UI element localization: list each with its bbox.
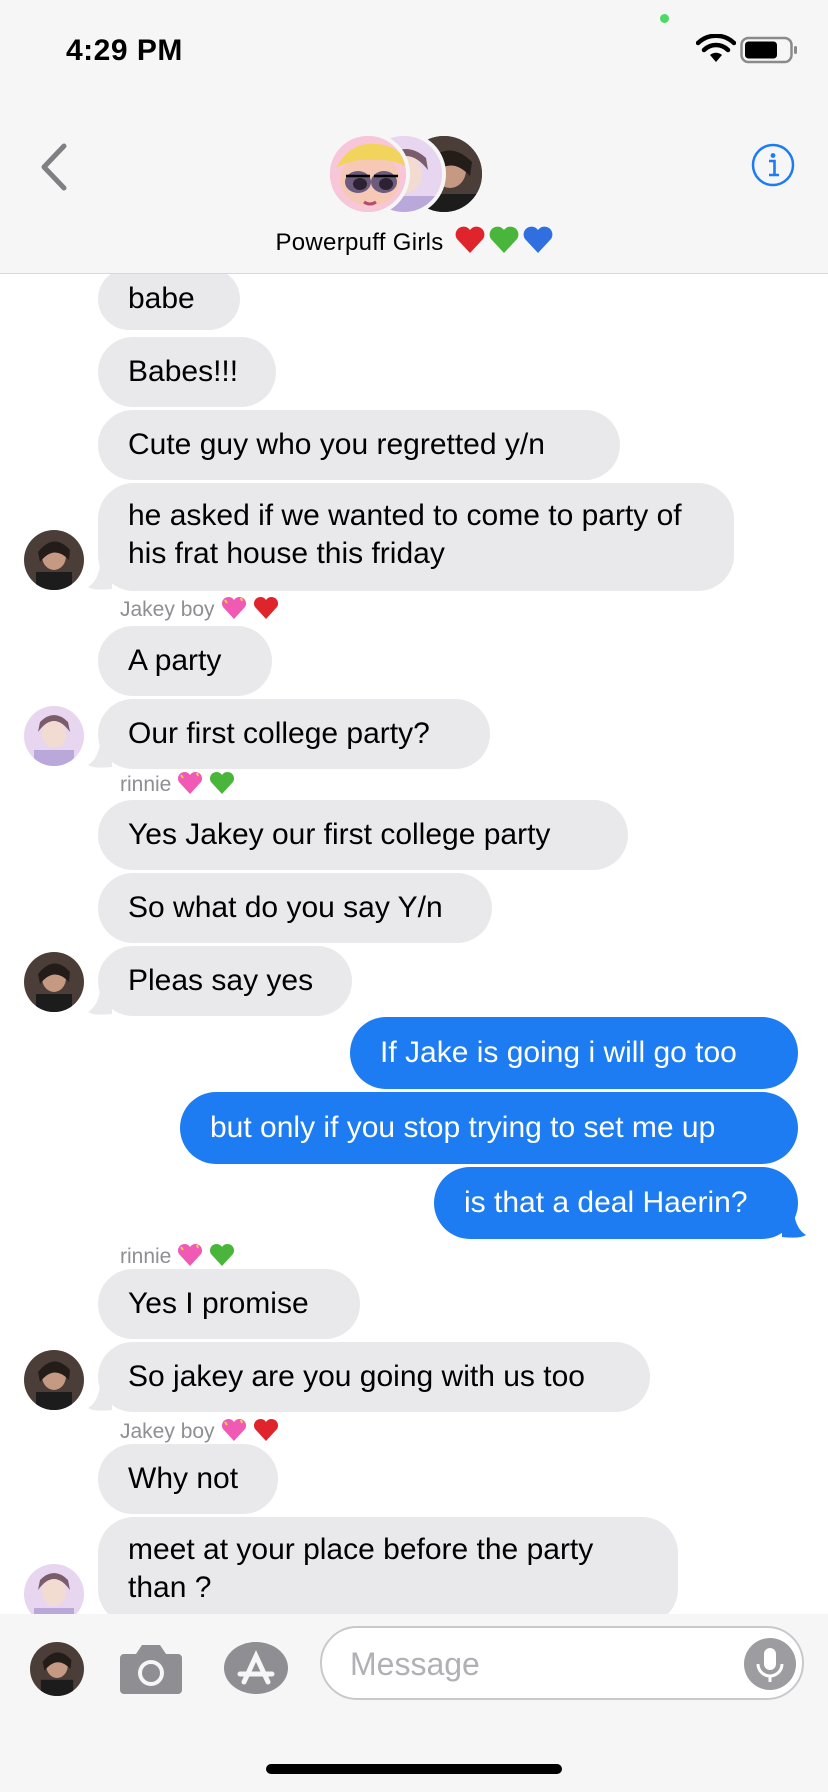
blue-heart-icon bbox=[523, 226, 552, 253]
microphone-icon bbox=[756, 1648, 784, 1682]
status-time: 4:29 PM bbox=[66, 34, 183, 67]
group-name-label: Powerpuff Girls bbox=[275, 229, 444, 256]
sender-label-jakey-boy: Jakey boy bbox=[120, 1418, 279, 1444]
message-bubble-incoming[interactable]: So jakey are you going with us too bbox=[98, 1342, 650, 1412]
message-bubble-incoming[interactable]: Yes Jakey our first college party bbox=[98, 800, 628, 870]
camera-icon[interactable] bbox=[118, 1640, 184, 1696]
message-placeholder: Message bbox=[350, 1646, 480, 1682]
green-heart-icon bbox=[489, 226, 518, 253]
group-name[interactable]: Powerpuff Girls bbox=[0, 226, 828, 257]
privacy-indicator-dot bbox=[660, 14, 669, 23]
message-bubble-incoming[interactable]: babe bbox=[98, 274, 240, 330]
message-bubble-incoming[interactable]: So what do you say Y/n bbox=[98, 873, 492, 943]
message-text: Babes!!! bbox=[128, 355, 239, 388]
sender-avatar-rinnie[interactable] bbox=[24, 706, 84, 766]
green-heart-icon bbox=[210, 771, 235, 794]
sender-label-rinnie: rinnie bbox=[120, 771, 235, 797]
wifi-icon bbox=[696, 34, 736, 62]
bubble-tail bbox=[88, 565, 112, 590]
message-text: is that a deal Haerin? bbox=[464, 1186, 748, 1219]
message-bubble-outgoing[interactable]: If Jake is going i will go too bbox=[350, 1017, 798, 1089]
message-text: So what do you say Y/n bbox=[128, 891, 443, 924]
message-text: Why not bbox=[128, 1462, 239, 1495]
sparkling-heart-icon bbox=[221, 1418, 246, 1441]
message-text: Yes Jakey our first college party bbox=[128, 818, 551, 851]
message-bubble-outgoing[interactable]: is that a deal Haerin? bbox=[434, 1167, 798, 1239]
message-text: Cute guy who you regretted y/n bbox=[128, 428, 545, 461]
memoji-avatar-button[interactable] bbox=[30, 1642, 84, 1696]
message-bubble-incoming[interactable]: Pleas say yes bbox=[98, 946, 352, 1016]
sender-name: Jakey boy bbox=[120, 1420, 215, 1443]
sender-label-rinnie: rinnie bbox=[120, 1243, 235, 1269]
message-text: babe bbox=[128, 282, 195, 315]
message-input[interactable]: Message bbox=[320, 1626, 804, 1700]
status-bar: 4:29 PM bbox=[0, 0, 828, 96]
message-bubble-incoming[interactable]: Why not bbox=[98, 1444, 278, 1514]
message-text: If Jake is going i will go too bbox=[380, 1036, 737, 1069]
sender-label-jakey-boy: Jakey boy bbox=[120, 596, 279, 622]
group-avatars[interactable] bbox=[326, 132, 486, 216]
bubbles-avatar bbox=[326, 132, 410, 216]
message-text: Pleas say yes bbox=[128, 964, 314, 997]
message-bubble-incoming[interactable]: he asked if we wanted to come to party o… bbox=[98, 483, 734, 591]
sender-avatar-jake[interactable] bbox=[24, 1350, 84, 1410]
message-bubble-incoming[interactable]: Yes I promise bbox=[98, 1269, 360, 1339]
bubble-tail bbox=[88, 743, 112, 768]
home-indicator[interactable] bbox=[266, 1764, 562, 1774]
sparkling-heart-icon bbox=[178, 771, 203, 794]
chevron-left-icon[interactable] bbox=[34, 140, 74, 194]
message-text: Our first college party? bbox=[128, 717, 430, 750]
sender-name: rinnie bbox=[120, 773, 172, 796]
sender-avatar-jake[interactable] bbox=[24, 530, 84, 590]
red-heart-icon bbox=[455, 226, 484, 253]
app-store-icon[interactable] bbox=[222, 1640, 294, 1696]
sender-avatar-jake[interactable] bbox=[24, 952, 84, 1012]
message-text: Yes I promise bbox=[128, 1287, 309, 1320]
message-bubble-incoming[interactable]: Our first college party? bbox=[98, 699, 490, 769]
message-bubble-outgoing[interactable]: but only if you stop trying to set me up bbox=[180, 1092, 798, 1164]
message-bubble-incoming[interactable]: Cute guy who you regretted y/n bbox=[98, 410, 620, 480]
conversation-header: Powerpuff Girls bbox=[0, 96, 828, 274]
sparkling-heart-icon bbox=[178, 1243, 203, 1266]
message-bubble-incoming[interactable]: A party bbox=[98, 626, 272, 696]
message-text: A party bbox=[128, 644, 222, 677]
message-bubble-incoming[interactable]: Babes!!! bbox=[98, 337, 276, 407]
sparkling-heart-icon bbox=[221, 596, 246, 619]
message-text: he asked if we wanted to come to party o… bbox=[128, 499, 682, 570]
battery-icon bbox=[740, 36, 797, 64]
compose-bar: Message bbox=[0, 1614, 828, 1792]
bubble-tail bbox=[88, 990, 112, 1015]
sender-name: rinnie bbox=[120, 1245, 172, 1268]
sender-name: Jakey boy bbox=[120, 598, 215, 621]
bubble-tail bbox=[88, 1386, 112, 1411]
info-circle-icon[interactable] bbox=[750, 142, 796, 188]
red-heart-icon bbox=[253, 1418, 278, 1441]
message-text: So jakey are you going with us too bbox=[128, 1360, 585, 1393]
message-text: meet at your place before the party than… bbox=[128, 1533, 594, 1604]
red-heart-icon bbox=[253, 596, 278, 619]
message-bubble-incoming[interactable]: meet at your place before the party than… bbox=[98, 1517, 678, 1614]
bubble-tail-outgoing bbox=[782, 1213, 806, 1238]
green-heart-icon bbox=[210, 1243, 235, 1266]
message-thread[interactable]: babe Babes!!! Cute guy who you regretted… bbox=[0, 274, 828, 1614]
microphone-button[interactable] bbox=[744, 1638, 796, 1690]
message-text: but only if you stop trying to set me up bbox=[210, 1111, 716, 1144]
sender-avatar-rinnie[interactable] bbox=[24, 1564, 84, 1614]
